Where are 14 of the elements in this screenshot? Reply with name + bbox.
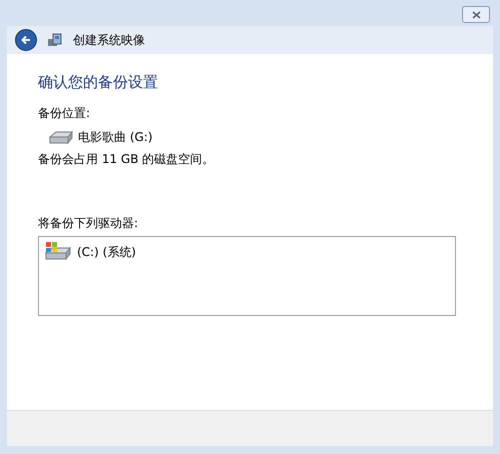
window-title: 创建系统映像	[73, 32, 145, 49]
drive-label: 电影歌曲 (G:)	[78, 129, 153, 146]
backup-app-icon	[47, 32, 63, 48]
back-arrow-icon	[20, 34, 32, 46]
drives-label: 将备份下列驱动器:	[38, 215, 140, 232]
back-button[interactable]	[15, 29, 37, 51]
close-icon	[472, 10, 480, 18]
space-note: 备份会占用 11 GB 的磁盘空间。	[38, 151, 216, 168]
page-heading: 确认您的备份设置	[38, 72, 159, 92]
system-drive-icon	[43, 241, 73, 261]
drive-icon	[48, 129, 74, 145]
drive-item[interactable]: (C:) (系统)	[77, 243, 136, 261]
location-label: 备份位置:	[38, 105, 92, 122]
close-button[interactable]	[462, 6, 490, 23]
